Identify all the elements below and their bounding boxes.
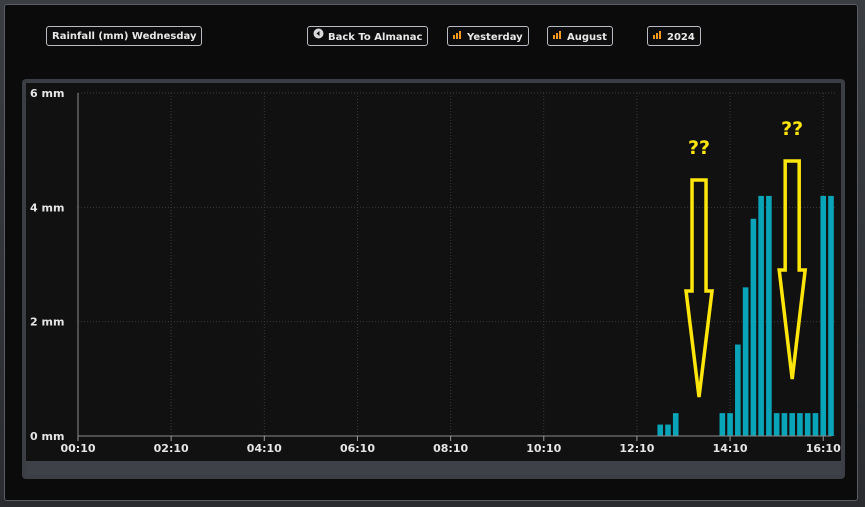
- rain-bar: [742, 287, 749, 436]
- y-tick-label: 2 mm: [30, 316, 64, 329]
- x-tick-label: 04:10: [247, 442, 282, 455]
- x-tick-label: 12:10: [619, 442, 654, 455]
- rain-bar: [727, 413, 733, 436]
- rain-bar: [773, 413, 780, 436]
- rainfall-chart: 0 mm 2 mm 4 mm 6 mm 00:10 02:10 04:10 06:10 08:1…: [26, 83, 841, 462]
- bar-chart-icon: [553, 27, 563, 47]
- x-tick-label: 16:10: [806, 442, 841, 455]
- x-tick-label: 02:10: [154, 442, 189, 455]
- rain-bar: [657, 424, 664, 436]
- x-tick-label: 06:10: [340, 442, 375, 455]
- rain-bar: [750, 218, 757, 436]
- rainfall-dialog: Rainfall (mm) Wednesday Back To Almanac …: [4, 4, 858, 501]
- plot-background: [26, 83, 841, 462]
- month-label: August: [567, 32, 607, 43]
- chart-title-label: Rainfall (mm) Wednesday: [52, 31, 197, 42]
- year-label: 2024: [667, 32, 695, 43]
- rain-bar: [665, 424, 671, 436]
- back-arrow-circle-icon: [313, 27, 324, 47]
- rain-bar: [672, 413, 679, 436]
- x-tick-label: 10:10: [526, 442, 561, 455]
- rain-bar: [781, 413, 788, 436]
- rain-bar: [789, 413, 795, 436]
- rain-bar: [758, 195, 764, 436]
- x-tick-label: 00:10: [60, 442, 95, 455]
- yesterday-button[interactable]: Yesterday: [447, 26, 529, 46]
- chart-title-button[interactable]: Rainfall (mm) Wednesday: [46, 26, 203, 46]
- back-to-almanac-label: Back To Almanac: [328, 32, 423, 43]
- chart-panel: 0 mm 2 mm 4 mm 6 mm 00:10 02:10 04:10 06:10 08:1…: [22, 79, 845, 479]
- chart-footer-bar: [26, 461, 841, 475]
- rain-bar: [820, 195, 827, 436]
- bar-chart-icon: [453, 27, 463, 47]
- rain-bar: [804, 413, 811, 436]
- y-tick-label: 4 mm: [30, 201, 64, 214]
- rain-bar: [719, 413, 726, 436]
- rain-bar: [797, 413, 803, 436]
- y-tick-label: 6 mm: [30, 87, 64, 100]
- year-button[interactable]: 2024: [647, 26, 701, 46]
- bar-chart-icon: [653, 27, 663, 47]
- rain-bar: [766, 195, 772, 436]
- rain-bar: [735, 344, 741, 436]
- yesterday-label: Yesterday: [467, 32, 523, 43]
- back-to-almanac-button[interactable]: Back To Almanac: [307, 26, 429, 47]
- month-button[interactable]: August: [547, 26, 613, 46]
- x-tick-label: 14:10: [713, 442, 748, 455]
- rain-bar: [828, 195, 834, 436]
- annotation-question-left: ??: [688, 137, 710, 159]
- rain-bar: [812, 413, 819, 436]
- y-tick-label: 0 mm: [30, 430, 64, 443]
- annotation-question-right: ??: [781, 118, 803, 140]
- x-tick-label: 08:10: [433, 442, 468, 455]
